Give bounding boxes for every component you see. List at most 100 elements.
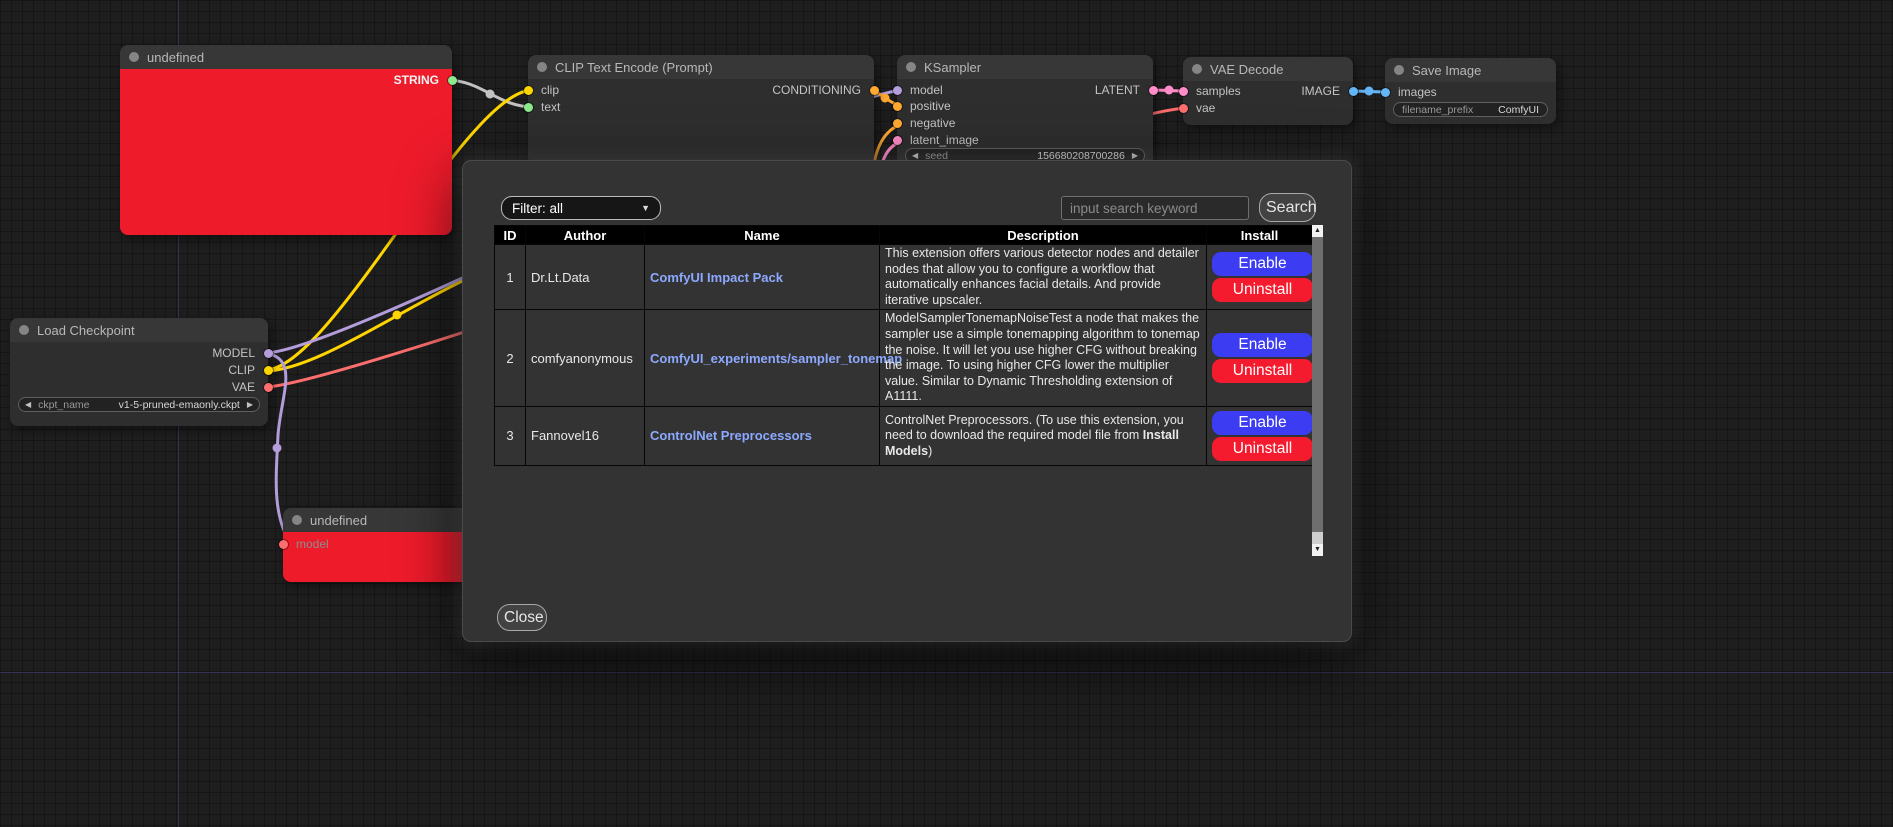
vae-slot-dot[interactable] (1179, 104, 1188, 113)
model-slot-dot[interactable] (264, 349, 273, 358)
search-input[interactable] (1061, 196, 1249, 220)
enable-button[interactable]: Enable (1212, 411, 1313, 435)
node-title-bar[interactable]: undefined (120, 45, 452, 69)
link-midpoint-dot (1365, 87, 1373, 95)
clip-slot-dot[interactable] (264, 366, 273, 375)
input-slot-positive[interactable]: positive (897, 99, 951, 113)
link-midpoint-dot (881, 94, 889, 102)
grid-axis-horizontal (0, 672, 1893, 673)
node-title-bar[interactable]: undefined (283, 508, 473, 532)
table-scrollbar[interactable]: ▲ ▼ (1312, 225, 1323, 556)
extension-link[interactable]: ControlNet Preprocessors (650, 428, 812, 443)
input-slot-model[interactable]: model (897, 83, 943, 97)
widget-increment-icon[interactable]: ▶ (1132, 151, 1138, 160)
output-slot-conditioning[interactable]: CONDITIONING (772, 83, 874, 97)
slot-label: LATENT (1095, 83, 1140, 97)
output-slot-string[interactable]: STRING (394, 73, 452, 87)
table-header-row: IDAuthorNameDescriptionInstall (495, 226, 1313, 245)
model-slot-dot[interactable] (893, 86, 902, 95)
node-undefined-top[interactable]: undefined STRING (120, 45, 452, 235)
extension-description: This extension offers various detector n… (880, 245, 1207, 310)
node-title-bar[interactable]: VAE Decode (1183, 57, 1353, 81)
latent-slot-dot[interactable] (1149, 86, 1158, 95)
conditioning-slot-dot[interactable] (870, 86, 879, 95)
extension-id: 2 (495, 310, 526, 407)
conditioning-slot-dot[interactable] (893, 119, 902, 128)
close-button[interactable]: Close (497, 604, 547, 631)
output-slot-clip[interactable]: CLIP (228, 363, 268, 377)
search-button[interactable]: Search (1259, 193, 1316, 222)
uninstall-button[interactable]: Uninstall (1212, 437, 1313, 461)
filter-select-value: Filter: all (512, 201, 563, 216)
latent-slot-dot[interactable] (893, 136, 902, 145)
input-slot-latent-image[interactable]: latent_image (897, 133, 979, 147)
output-slot-latent[interactable]: LATENT (1095, 83, 1153, 97)
widget-increment-icon[interactable]: ▶ (247, 400, 253, 409)
input-slot-negative[interactable]: negative (897, 116, 955, 130)
collapse-dot-icon[interactable] (1192, 64, 1202, 74)
collapse-dot-icon[interactable] (537, 62, 547, 72)
input-slot-text[interactable]: text (528, 100, 560, 114)
link-midpoint-dot (273, 444, 281, 452)
enable-button[interactable]: Enable (1212, 252, 1313, 276)
slot-label: model (296, 537, 329, 551)
input-slot-vae[interactable]: vae (1183, 101, 1215, 115)
slot-label: STRING (394, 73, 439, 87)
column-header-description: Description (880, 226, 1207, 245)
column-header-author: Author (526, 226, 645, 245)
collapse-dot-icon[interactable] (129, 52, 139, 62)
uninstall-button[interactable]: Uninstall (1212, 359, 1313, 383)
collapse-dot-icon[interactable] (19, 325, 29, 335)
graph-canvas[interactable]: undefined STRING CLIP Text Encode (Promp… (0, 0, 1893, 827)
node-save-image[interactable]: Save Image images filename_prefix ComfyU… (1385, 58, 1556, 124)
node-clip-text-encode[interactable]: CLIP Text Encode (Prompt) clip text COND… (528, 55, 874, 165)
vae-slot-dot[interactable] (264, 383, 273, 392)
node-load-checkpoint[interactable]: Load Checkpoint MODEL CLIP VAE ◀ ckpt_na… (10, 318, 268, 426)
filter-select[interactable]: Filter: all ▼ (501, 196, 661, 220)
collapse-dot-icon[interactable] (906, 62, 916, 72)
image-slot-dot[interactable] (1381, 88, 1390, 97)
output-slot-model[interactable]: MODEL (212, 346, 268, 360)
clip-slot-dot[interactable] (524, 86, 533, 95)
scroll-up-icon[interactable]: ▲ (1312, 225, 1323, 237)
widget-decrement-icon[interactable]: ◀ (912, 151, 918, 160)
scroll-down-icon[interactable]: ▼ (1312, 544, 1323, 556)
output-slot-image[interactable]: IMAGE (1301, 84, 1353, 98)
slot-label: text (541, 100, 560, 114)
column-header-id: ID (495, 226, 526, 245)
input-slot-images[interactable]: images (1385, 85, 1437, 99)
node-title-bar[interactable]: KSampler (897, 55, 1153, 79)
node-title: undefined (147, 50, 204, 65)
extension-id: 1 (495, 245, 526, 310)
input-slot-samples[interactable]: samples (1183, 84, 1241, 98)
scrollbar-thumb[interactable] (1312, 237, 1323, 532)
extension-link[interactable]: ComfyUI Impact Pack (650, 270, 783, 285)
collapse-dot-icon[interactable] (1394, 65, 1404, 75)
enable-button[interactable]: Enable (1212, 333, 1313, 357)
image-slot-dot[interactable] (1349, 87, 1358, 96)
input-slot-clip[interactable]: clip (528, 83, 559, 97)
text-slot-dot[interactable] (524, 103, 533, 112)
extension-row: 3Fannovel16ControlNet PreprocessorsContr… (495, 406, 1313, 465)
node-ksampler[interactable]: KSampler model positive negative latent_… (897, 55, 1153, 167)
extension-author: Dr.Lt.Data (526, 245, 645, 310)
string-slot-dot[interactable] (448, 76, 457, 85)
node-title: CLIP Text Encode (Prompt) (555, 60, 713, 75)
filename-prefix-widget[interactable]: filename_prefix ComfyUI (1393, 102, 1548, 117)
extension-link[interactable]: ComfyUI_experiments/sampler_tonemap (650, 351, 902, 366)
latent-slot-dot[interactable] (1179, 87, 1188, 96)
ckpt-name-widget[interactable]: ◀ ckpt_name v1-5-pruned-emaonly.ckpt ▶ (18, 397, 260, 412)
extension-id: 3 (495, 406, 526, 465)
node-title-bar[interactable]: CLIP Text Encode (Prompt) (528, 55, 874, 79)
model-slot-dot[interactable] (279, 540, 288, 549)
conditioning-slot-dot[interactable] (893, 102, 902, 111)
output-slot-vae[interactable]: VAE (232, 380, 268, 394)
input-slot-model[interactable]: model (283, 537, 329, 551)
node-title-bar[interactable]: Save Image (1385, 58, 1556, 82)
node-title-bar[interactable]: Load Checkpoint (10, 318, 268, 342)
node-vae-decode[interactable]: VAE Decode samples vae IMAGE (1183, 57, 1353, 125)
collapse-dot-icon[interactable] (292, 515, 302, 525)
uninstall-button[interactable]: Uninstall (1212, 278, 1313, 302)
node-undefined-bottom[interactable]: undefined model (283, 508, 473, 582)
widget-decrement-icon[interactable]: ◀ (25, 400, 31, 409)
